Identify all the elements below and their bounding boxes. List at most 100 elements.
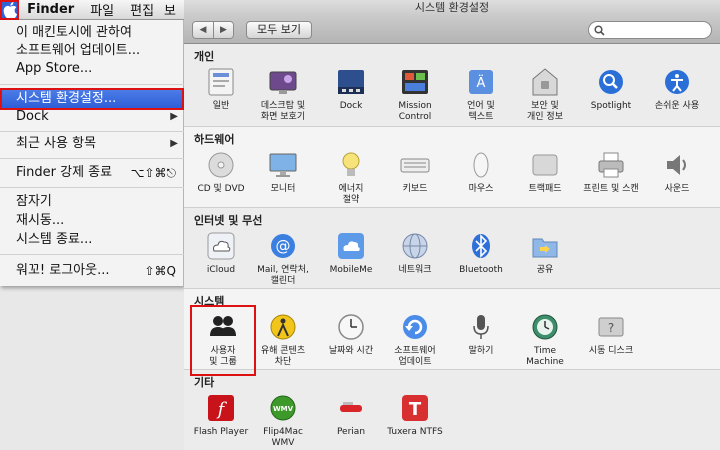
menu-shortcut: ⇧⌘Q xyxy=(144,264,177,278)
menubar-edit[interactable]: 편집 xyxy=(122,0,162,19)
menubar-file[interactable]: 파일 xyxy=(82,0,122,19)
pane-sound[interactable]: 사운드 xyxy=(646,149,708,195)
menu-separator xyxy=(0,84,184,85)
pane-network[interactable]: 네트워크 xyxy=(384,230,446,276)
menu-item-app-store[interactable]: App Store... xyxy=(0,58,184,80)
icloud-icon xyxy=(205,230,237,262)
pane-language[interactable]: Ä 언어 및 텍스트 xyxy=(450,66,512,123)
system-preferences-window: 시스템 환경설정 ◀ ▶ 모두 보기 개인 일반 데스크탑 및 화면 보호기 D… xyxy=(184,0,720,450)
pane-desktop[interactable]: 데스크탑 및 화면 보호기 xyxy=(252,66,314,123)
back-button[interactable]: ◀ xyxy=(193,21,213,38)
pane-startup-disk[interactable]: ? 시동 디스크 xyxy=(580,311,642,357)
svg-text:WMV: WMV xyxy=(273,405,294,413)
pane-label: 트랙패드 xyxy=(528,184,562,194)
pane-trackpad[interactable]: 트랙패드 xyxy=(514,149,576,195)
pane-label: Flip4Mac WMV xyxy=(263,427,303,448)
trackpad-icon xyxy=(529,149,561,181)
section-internet-wireless: 인터넷 및 무선 iCloud @ Mail, 연락처, 캘린더 MobileM… xyxy=(184,208,720,288)
pane-accessibility[interactable]: 손쉬운 사용 xyxy=(646,66,708,112)
pane-spotlight[interactable]: Spotlight xyxy=(580,66,642,112)
menu-item-dock[interactable]: Dock ▶ xyxy=(0,106,184,128)
pane-flash-player[interactable]: f Flash Player xyxy=(190,392,252,438)
pane-security[interactable]: 보안 및 개인 정보 xyxy=(514,66,576,123)
mobileme-icon xyxy=(335,230,367,262)
menu-item-force-quit[interactable]: Finder 강제 종료 ⌥⇧⌘⎋ xyxy=(0,162,184,184)
pane-label: Time Machine xyxy=(526,346,564,367)
pane-mouse[interactable]: 마우스 xyxy=(450,149,512,195)
perian-icon xyxy=(335,392,367,424)
pane-label: 보안 및 개인 정보 xyxy=(527,101,563,122)
section-title: 개인 xyxy=(194,50,215,63)
pane-users-groups[interactable]: 사용자 및 그룹 xyxy=(190,305,256,376)
pane-cd-dvd[interactable]: CD 및 DVD xyxy=(190,149,252,195)
pane-label: Flash Player xyxy=(193,427,249,437)
section-title: 인터넷 및 무선 xyxy=(194,214,263,227)
search-input[interactable] xyxy=(609,24,709,36)
pane-label: 사용자 및 그룹 xyxy=(209,346,237,367)
section-title: 기타 xyxy=(194,376,215,389)
pane-general[interactable]: 일반 xyxy=(190,66,252,112)
pane-label: 유해 콘텐츠 차단 xyxy=(260,346,306,367)
menu-item-logout[interactable]: 워꼬! 로그아웃... ⇧⌘Q xyxy=(0,260,184,282)
svg-text:T: T xyxy=(409,399,422,420)
pane-icloud[interactable]: iCloud xyxy=(190,230,252,276)
dock-icon xyxy=(335,66,367,98)
search-field[interactable] xyxy=(588,21,712,39)
menu-item-label: 시스템 환경설정... xyxy=(16,91,117,106)
svg-text:@: @ xyxy=(276,237,291,255)
forward-button[interactable]: ▶ xyxy=(213,21,233,38)
pane-label: 소프트웨어 업데이트 xyxy=(394,346,436,367)
pane-label: 모니터 xyxy=(270,184,296,194)
pane-print-scan[interactable]: 프린트 및 스캔 xyxy=(580,149,642,195)
pane-flip4mac[interactable]: WMV Flip4Mac WMV xyxy=(252,392,314,449)
pane-software-update[interactable]: 소프트웨어 업데이트 xyxy=(384,311,446,368)
show-all-button[interactable]: 모두 보기 xyxy=(246,20,312,39)
pane-keyboard[interactable]: 키보드 xyxy=(384,149,446,195)
monitor-icon xyxy=(267,149,299,181)
menu-item-label: 소프트웨어 업데이트... xyxy=(16,43,141,58)
menubar-app-name[interactable]: Finder xyxy=(19,2,82,17)
menu-item-shutdown[interactable]: 시스템 종료... xyxy=(0,229,184,251)
menu-item-recent-items[interactable]: 최근 사용 항목 ▶ xyxy=(0,133,184,155)
menu-item-label: 잠자기 xyxy=(16,194,52,209)
pane-label: 프린트 및 스캔 xyxy=(583,184,639,194)
mission-control-icon xyxy=(399,66,431,98)
energy-icon xyxy=(335,149,367,181)
pane-label: 네트워크 xyxy=(398,265,432,275)
pane-label: 공유 xyxy=(536,265,554,275)
pane-speech[interactable]: 말하기 xyxy=(450,311,512,357)
spotlight-icon xyxy=(595,66,627,98)
desktop-icon xyxy=(267,66,299,98)
pane-bluetooth[interactable]: Bluetooth xyxy=(450,230,512,276)
pane-label: Bluetooth xyxy=(459,265,503,275)
pane-parental-controls[interactable]: 유해 콘텐츠 차단 xyxy=(252,311,314,368)
pane-time-machine[interactable]: Time Machine xyxy=(514,311,576,368)
pane-label: Tuxera NTFS xyxy=(387,427,443,437)
pane-mission-control[interactable]: Mission Control xyxy=(384,66,446,123)
clock-icon xyxy=(335,311,367,343)
pane-mail[interactable]: @ Mail, 연락처, 캘린더 xyxy=(252,230,314,287)
pane-label: 일반 xyxy=(212,101,230,111)
update-icon xyxy=(399,311,431,343)
pane-tuxera-ntfs[interactable]: T Tuxera NTFS xyxy=(384,392,446,438)
pane-date-time[interactable]: 날짜와 시간 xyxy=(320,311,382,357)
general-icon xyxy=(205,66,237,98)
menubar-view[interactable]: 보 xyxy=(162,0,184,19)
pane-sharing[interactable]: 공유 xyxy=(514,230,576,276)
svg-text:Ä: Ä xyxy=(477,75,486,91)
pane-mobileme[interactable]: MobileMe xyxy=(320,230,382,276)
pane-monitor[interactable]: 모니터 xyxy=(252,149,314,195)
submenu-arrow-icon: ▶ xyxy=(170,111,178,122)
pane-dock[interactable]: Dock xyxy=(320,66,382,112)
pane-label: MobileMe xyxy=(329,265,373,275)
pane-energy[interactable]: 에너지 절약 xyxy=(320,149,382,206)
network-icon xyxy=(399,230,431,262)
section-personal: 개인 일반 데스크탑 및 화면 보호기 Dock Mission Control… xyxy=(184,44,720,126)
pane-label: 마우스 xyxy=(468,184,494,194)
apple-menu: 이 매킨토시에 관하여 소프트웨어 업데이트... App Store... 시… xyxy=(0,20,184,286)
menubar: Finder 파일 편집 보 xyxy=(0,0,184,20)
accessibility-icon xyxy=(661,66,693,98)
pane-perian[interactable]: Perian xyxy=(320,392,382,438)
apple-menu-button[interactable] xyxy=(0,0,20,20)
mail-icon: @ xyxy=(267,230,299,262)
